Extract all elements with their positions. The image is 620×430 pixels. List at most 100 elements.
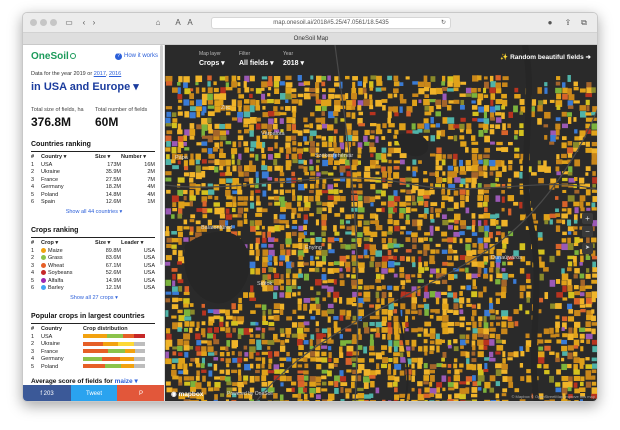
random-fields-button[interactable]: ✨ Random beautiful fields ➜ bbox=[500, 53, 591, 61]
table-row[interactable]: 4 Germany 18.2M 4M bbox=[31, 184, 155, 192]
minimize-window-button[interactable] bbox=[40, 19, 47, 26]
col-country[interactable]: Country ▾ bbox=[41, 153, 95, 161]
tab-onesoil-map[interactable]: OneSoil Map bbox=[23, 33, 597, 45]
total-size-label: Total size of fields, ha bbox=[31, 107, 84, 113]
year-dropdown[interactable]: 2018 ▾ bbox=[283, 59, 304, 67]
pinterest-share-button[interactable]: P bbox=[117, 385, 164, 401]
rank-cell: 2 bbox=[31, 341, 35, 348]
table-row[interactable]: 4 Germany bbox=[31, 356, 155, 364]
col-number[interactable]: Number ▾ bbox=[121, 153, 155, 161]
size-cell: 35.9M bbox=[105, 169, 121, 176]
map-attribution[interactable]: © Mapbox © OpenStreetMap Improve this ma… bbox=[512, 394, 596, 399]
total-number-value: 60M bbox=[95, 115, 119, 129]
crop-cell: Wheat bbox=[41, 262, 95, 270]
reload-icon[interactable]: ↻ bbox=[441, 18, 446, 29]
year-2017-link[interactable]: 2017 bbox=[94, 71, 106, 77]
crop-cell: Barley bbox=[41, 285, 95, 293]
crop-name: Grass bbox=[48, 255, 63, 262]
crop-field bbox=[597, 250, 598, 254]
zoom-out-button[interactable]: − bbox=[582, 226, 593, 237]
extension-icon[interactable]: ● bbox=[545, 17, 555, 28]
size-cell: 89.8M bbox=[105, 247, 121, 254]
home-icon[interactable]: ⌂ bbox=[153, 17, 163, 28]
table-row[interactable]: 2 Ukraine 35.9M 2M bbox=[31, 169, 155, 177]
size-cell: 52.6M bbox=[105, 270, 121, 277]
zoom-window-button[interactable] bbox=[50, 19, 57, 26]
crop-cell: Grass bbox=[41, 255, 95, 263]
region-selector[interactable]: in USA and Europe ▾ bbox=[31, 80, 139, 93]
rank-cell: 6 bbox=[31, 199, 35, 206]
crop-field bbox=[597, 106, 598, 112]
crop-distribution-bar bbox=[83, 341, 145, 346]
table-row[interactable]: 1 Maize 89.8M USA bbox=[31, 247, 155, 255]
col-size[interactable]: Size ▾ bbox=[95, 153, 121, 161]
text-larger-icon[interactable]: A bbox=[185, 17, 195, 28]
size-cell: 67.1M bbox=[105, 262, 121, 269]
distribution-segment bbox=[125, 349, 136, 354]
lake-shape bbox=[397, 133, 429, 157]
table-row[interactable]: 1 USA bbox=[31, 333, 155, 341]
compass-icon[interactable]: ➤ bbox=[582, 243, 593, 254]
col-size[interactable]: Size ▾ bbox=[95, 239, 121, 247]
map-canvas[interactable]: Map layer Crops ▾ Filter All fields ▾ Ye… bbox=[165, 45, 598, 401]
show-all-countries-link[interactable]: Show all 44 countries ▾ bbox=[23, 209, 164, 215]
table-row[interactable]: 5 Alfalfa 14.9M USA bbox=[31, 277, 155, 285]
place-label: Várpalota bbox=[261, 131, 285, 137]
show-all-crops-link[interactable]: Show all 27 crops ▾ bbox=[23, 295, 164, 301]
crop-field bbox=[597, 81, 598, 85]
year-label: Year bbox=[283, 51, 294, 57]
place-label: Székesfehérvár bbox=[315, 153, 354, 159]
table-row[interactable]: 3 Wheat 67.1M USA bbox=[31, 262, 155, 270]
size-cell: 18.2M bbox=[105, 184, 121, 191]
text-smaller-icon[interactable]: A bbox=[173, 17, 183, 28]
crop-color-icon bbox=[41, 270, 46, 276]
leader-cell: USA bbox=[143, 277, 155, 284]
onesoil-logo[interactable]: OneSoil bbox=[31, 51, 76, 62]
twitter-share-button[interactable]: Tweet bbox=[71, 385, 117, 401]
table-row[interactable]: 6 Barley 12.1M USA bbox=[31, 285, 155, 293]
sidebar-toggle-icon[interactable]: ▭ bbox=[63, 17, 75, 28]
filter-dropdown[interactable]: All fields ▾ bbox=[239, 59, 274, 67]
address-bar[interactable]: map.onesoil.ai/2018#5.25/47.0561/18.5435… bbox=[211, 17, 451, 29]
mapbox-logo[interactable]: ◉ mapbox bbox=[171, 390, 203, 398]
table-row[interactable]: 3 France 27.5M 7M bbox=[31, 176, 155, 184]
table-row[interactable]: 2 Ukraine bbox=[31, 341, 155, 349]
sidebar-scrollbar[interactable] bbox=[160, 45, 163, 265]
place-label: Enying bbox=[305, 245, 322, 251]
size-cell: 14.8M bbox=[105, 191, 121, 198]
col-leader[interactable]: Leader ▾ bbox=[121, 239, 155, 247]
country-cell: Ukraine bbox=[41, 169, 60, 176]
table-row[interactable]: 1 USA 173M 16M bbox=[31, 161, 155, 169]
distribution-cell bbox=[83, 356, 155, 364]
year-2016-link[interactable]: 2016 bbox=[109, 71, 121, 77]
zoom-in-button[interactable]: + bbox=[582, 213, 593, 224]
table-row[interactable]: 2 Grass 83.6M USA bbox=[31, 255, 155, 263]
table-row[interactable]: 3 France bbox=[31, 348, 155, 356]
back-icon[interactable]: ‹ bbox=[79, 17, 89, 28]
map-features-layer bbox=[165, 45, 597, 401]
table-row[interactable]: 5 Poland 14.8M 4M bbox=[31, 191, 155, 199]
tabs-overview-icon[interactable]: ⧉ bbox=[579, 17, 589, 28]
close-window-button[interactable] bbox=[30, 19, 37, 26]
share-icon[interactable]: ⇪ bbox=[563, 17, 573, 28]
table-row[interactable]: 6 Spain 12.6M 1M bbox=[31, 199, 155, 207]
how-it-works-link[interactable]: ? How it works bbox=[115, 53, 158, 60]
col-crop[interactable]: Crop ▾ bbox=[41, 239, 95, 247]
rank-cell: 4 bbox=[31, 184, 35, 191]
map-layer-dropdown[interactable]: Crops ▾ bbox=[199, 59, 225, 67]
table-row[interactable]: 5 Poland bbox=[31, 363, 155, 371]
forward-icon[interactable]: › bbox=[89, 17, 99, 28]
table-row[interactable]: 4 Soybeans 52.6M USA bbox=[31, 270, 155, 278]
rank-cell: 5 bbox=[31, 363, 35, 370]
size-cell: 12.6M bbox=[105, 199, 121, 206]
place-label: Pápa bbox=[175, 155, 188, 161]
size-cell: 14.9M bbox=[105, 277, 121, 284]
url-text: map.onesoil.ai/2018#5.25/47.0561/18.5435 bbox=[273, 20, 389, 26]
rank-cell: 1 bbox=[31, 161, 35, 168]
distribution-segment bbox=[135, 349, 145, 354]
river-line bbox=[522, 45, 540, 401]
avg-score-crop-selector[interactable]: maize ▾ bbox=[115, 378, 138, 385]
facebook-share-button[interactable]: f 203 bbox=[23, 385, 71, 401]
distribution-segment bbox=[83, 364, 106, 369]
average-score-heading: Average score of fields for maize ▾ bbox=[31, 377, 138, 385]
